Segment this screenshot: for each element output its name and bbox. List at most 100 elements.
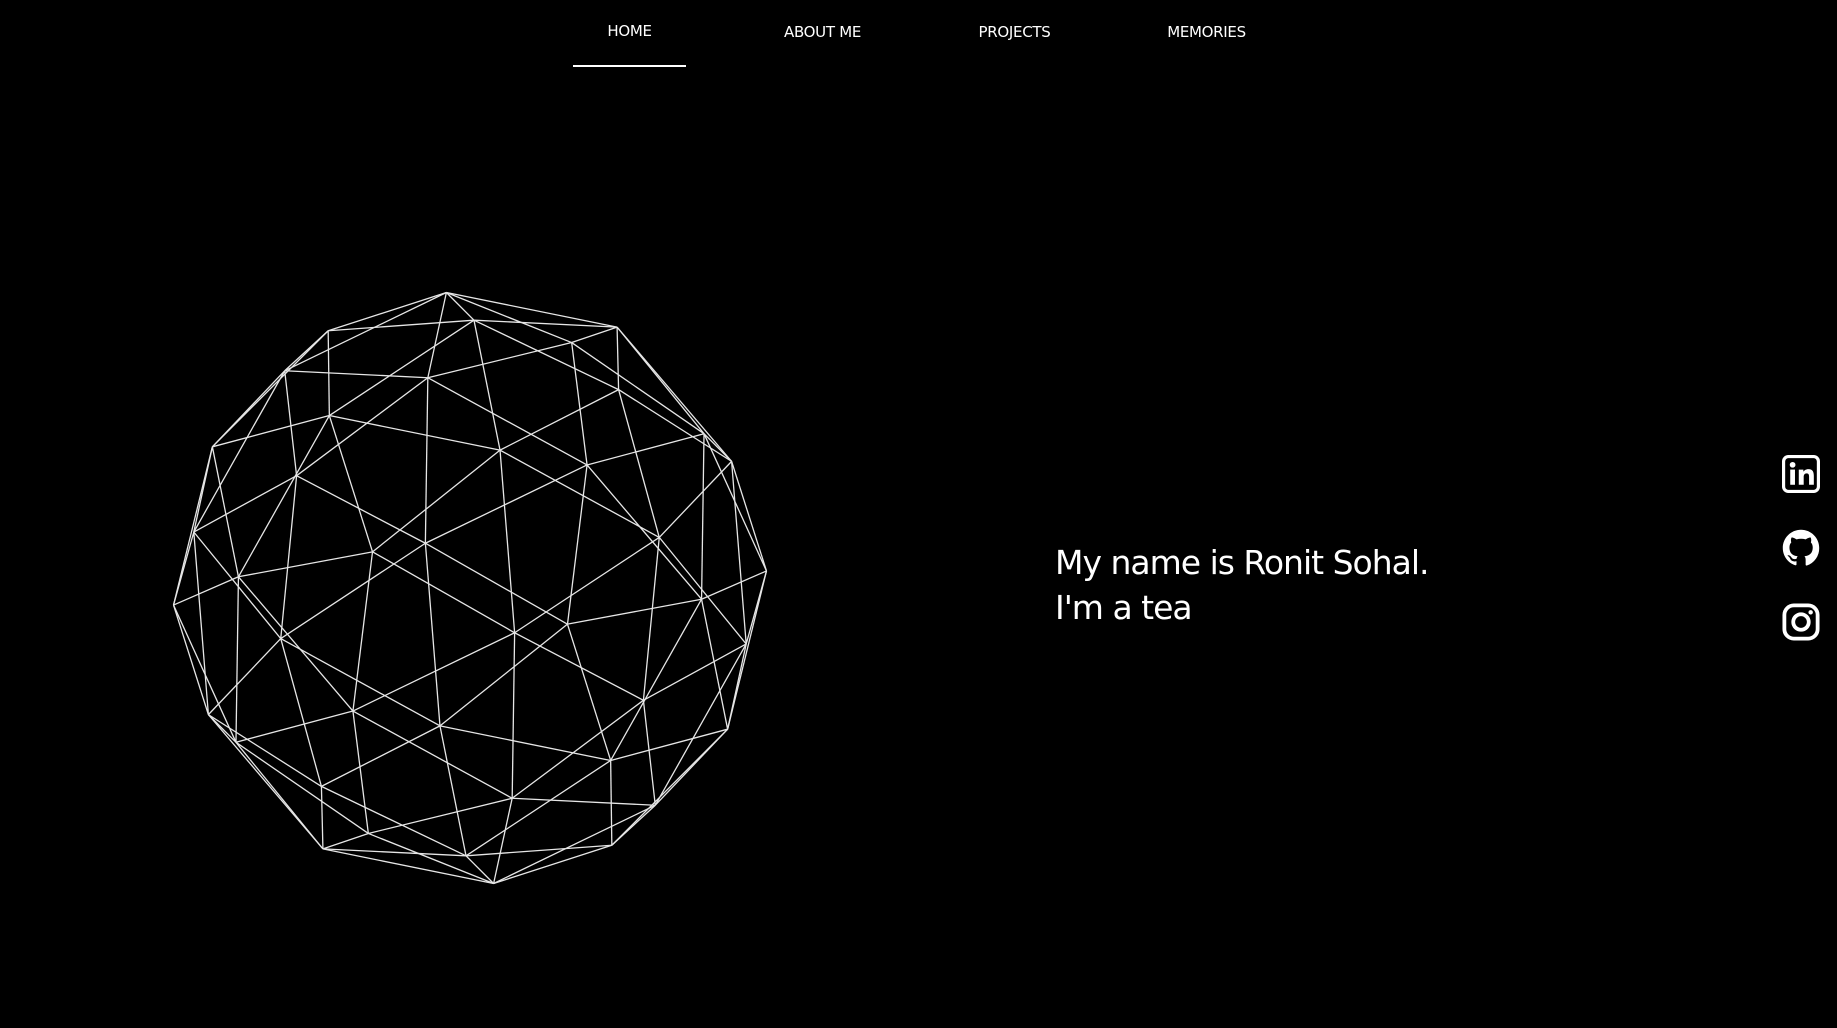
nav-tab-memories-label: MEMORIES bbox=[1167, 22, 1246, 41]
globe-edge bbox=[281, 543, 426, 638]
wireframe-globe-graphic bbox=[125, 243, 815, 933]
nav-tab-about-me[interactable]: ABOUT ME bbox=[765, 0, 880, 67]
globe-edge bbox=[236, 742, 323, 849]
globe-edge bbox=[368, 798, 512, 833]
globe-edge bbox=[612, 805, 655, 845]
globe-edge bbox=[353, 711, 368, 833]
globe-edge bbox=[208, 715, 236, 743]
globe-edge bbox=[572, 327, 617, 342]
globe-edge bbox=[567, 599, 701, 624]
globe-edge bbox=[323, 833, 368, 848]
globe-edge bbox=[732, 461, 747, 644]
nav-tab-about-me-label: ABOUT ME bbox=[783, 22, 862, 41]
globe-edge bbox=[512, 798, 655, 805]
globe-edge bbox=[328, 293, 446, 331]
linkedin-icon bbox=[1782, 455, 1820, 493]
globe-edge bbox=[500, 390, 619, 451]
linkedin-link[interactable] bbox=[1782, 455, 1820, 493]
social-links bbox=[1782, 455, 1822, 677]
globe-edge bbox=[174, 605, 209, 715]
globe-edge bbox=[321, 786, 322, 848]
globe-edge bbox=[212, 416, 329, 447]
globe-edge bbox=[474, 320, 617, 327]
globe-edge bbox=[285, 371, 428, 378]
main-navigation: HOME ABOUT ME PROJECTS MEMORIES bbox=[0, 0, 1837, 70]
globe-edge bbox=[194, 447, 213, 532]
globe-edge bbox=[323, 849, 466, 856]
globe-edge bbox=[353, 711, 512, 798]
globe-edge bbox=[515, 633, 644, 701]
globe-edge bbox=[746, 571, 766, 644]
globe-edge bbox=[428, 378, 587, 465]
globe-edge bbox=[643, 537, 659, 700]
globe-edge bbox=[297, 378, 428, 476]
globe-edge bbox=[208, 639, 280, 715]
globe-edge bbox=[440, 726, 466, 856]
globe-edge bbox=[281, 476, 297, 639]
globe-edge bbox=[194, 532, 209, 715]
globe-edge bbox=[572, 343, 587, 465]
globe-edge bbox=[236, 742, 368, 833]
globe-edge bbox=[238, 416, 329, 577]
globe-edge bbox=[368, 833, 493, 883]
globe-edge bbox=[643, 700, 655, 805]
globe-edge bbox=[321, 786, 466, 855]
globe-edge bbox=[428, 343, 572, 378]
instagram-icon bbox=[1782, 603, 1820, 641]
globe-edge bbox=[702, 571, 767, 599]
globe-edge bbox=[328, 320, 474, 331]
globe-edge bbox=[515, 537, 660, 632]
globe-edge bbox=[425, 543, 440, 726]
globe-edge bbox=[373, 552, 515, 633]
globe-edge bbox=[611, 599, 702, 760]
github-link[interactable] bbox=[1782, 529, 1820, 567]
globe-edge bbox=[373, 450, 501, 552]
globe-edge bbox=[611, 729, 728, 760]
globe-edge bbox=[329, 416, 372, 552]
globe-edge bbox=[474, 320, 619, 389]
hero-intro: My name is Ronit Sohal. I'm a tea bbox=[1055, 540, 1655, 630]
globe-edge bbox=[474, 320, 500, 450]
nav-tab-memories[interactable]: MEMORIES bbox=[1148, 0, 1265, 67]
globe-edge bbox=[494, 805, 656, 883]
globe-edge bbox=[617, 327, 618, 389]
globe-edge bbox=[572, 343, 704, 434]
wireframe-globe bbox=[125, 243, 815, 933]
globe-edge bbox=[236, 577, 238, 743]
globe-edge bbox=[297, 476, 426, 544]
globe-edge bbox=[446, 293, 571, 343]
globe-edge bbox=[428, 293, 447, 378]
globe-edge bbox=[466, 845, 612, 856]
globe-edge bbox=[174, 577, 239, 605]
globe-edge bbox=[702, 599, 728, 729]
github-icon bbox=[1782, 529, 1820, 566]
globe-edge bbox=[512, 633, 514, 799]
globe-edge bbox=[704, 434, 732, 462]
globe-edge bbox=[285, 371, 297, 476]
globe-edge bbox=[285, 293, 447, 371]
nav-tab-home-label: HOME bbox=[607, 21, 652, 40]
nav-tab-home[interactable]: HOME bbox=[573, 0, 686, 67]
globe-edge bbox=[329, 320, 474, 415]
globe-edge bbox=[236, 711, 353, 742]
nav-tab-projects-label: PROJECTS bbox=[978, 22, 1051, 41]
globe-edge bbox=[659, 461, 731, 537]
globe-edge bbox=[702, 434, 704, 600]
instagram-link[interactable] bbox=[1782, 603, 1820, 641]
nav-tab-projects[interactable]: PROJECTS bbox=[958, 0, 1071, 67]
globe-edge bbox=[494, 845, 612, 883]
globe-edge bbox=[728, 644, 747, 729]
globe-edge bbox=[321, 726, 440, 787]
globe-edge bbox=[617, 327, 704, 434]
globe-edge bbox=[440, 624, 568, 726]
globe-edge bbox=[512, 700, 643, 798]
globe-edge bbox=[466, 760, 611, 855]
globe-edge bbox=[238, 552, 372, 577]
globe-edge bbox=[425, 378, 427, 544]
intro-typing-line: I'm a tea bbox=[1055, 588, 1193, 627]
intro-name-line: My name is Ronit Sohal. bbox=[1055, 543, 1430, 582]
globe-edge bbox=[212, 447, 238, 577]
globe-edge bbox=[500, 450, 515, 633]
globe-edge bbox=[212, 331, 328, 447]
globe-edge bbox=[567, 624, 610, 760]
